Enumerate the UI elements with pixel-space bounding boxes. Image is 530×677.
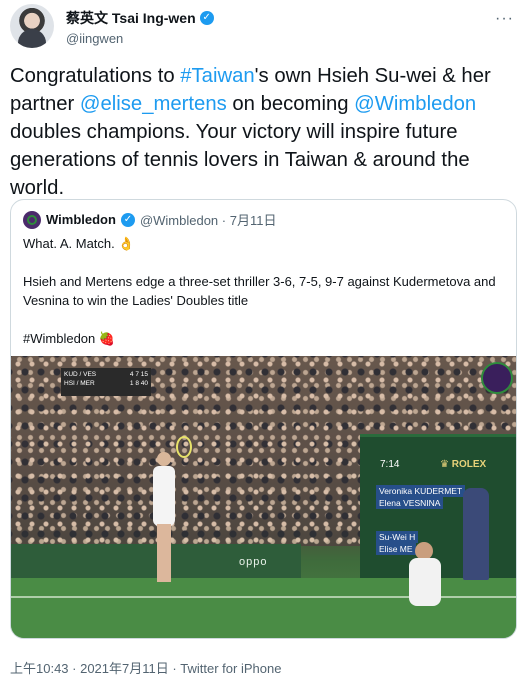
player-hsieh-figure [149, 446, 179, 586]
author-display-name[interactable]: 蔡英文 Tsai Ing-wen ✓ [66, 8, 214, 28]
quoted-tweet-text: What. A. Match. 👌 Hsieh and Mertens edge… [23, 234, 503, 367]
match-video-thumbnail[interactable]: oppo 7:14 ♛ ROLEX Veronika KUDERMET Elen… [11, 356, 516, 638]
tweet-header: 蔡英文 Tsai Ing-wen ✓ @iingwen ··· [10, 4, 520, 48]
verified-badge-icon: ✓ [199, 11, 214, 25]
team2-name: HSI / MER [64, 380, 95, 387]
quoted-author-name: Wimbledon [46, 212, 116, 227]
hashtag-taiwan-link[interactable]: #Taiwan [180, 65, 254, 87]
quoted-tweet-header: Wimbledon ✓ @Wimbledon · 7月11日 [23, 210, 276, 229]
tweet-footer[interactable]: 上午10:43 · 2021年7月11日 · Twitter for iPhon… [10, 658, 281, 677]
tweet-text-part: Congratulations to [10, 65, 181, 87]
team1-name: KUD / VES [64, 371, 97, 378]
scoreboard-row: Veronika KUDERMET [376, 485, 466, 497]
more-options-icon[interactable]: ··· [495, 10, 514, 28]
team2-score: 40 [140, 380, 148, 387]
team2-score: 8 [135, 380, 139, 387]
team1-score: 7 [135, 371, 139, 378]
scoreboard-brand: ♛ ROLEX [440, 459, 487, 470]
player-mertens-figure [395, 536, 455, 608]
scoreboard-time: 7:14 [380, 459, 400, 470]
wimbledon-logo-icon [481, 362, 513, 394]
team1-score: 4 [129, 371, 134, 378]
racket-icon [176, 436, 192, 458]
quoted-tweet-card[interactable]: Wimbledon ✓ @Wimbledon · 7月11日 What. A. … [10, 199, 517, 639]
verified-badge-icon: ✓ [120, 212, 135, 227]
tweet-text-part: on becoming [226, 93, 355, 115]
score-bug-row: HSI / MER 1 8 40 [64, 379, 148, 388]
team2-score: 1 [129, 380, 134, 387]
display-name-text[interactable]: 蔡英文 Tsai Ing-wen [66, 8, 196, 28]
sponsor-board: oppo [239, 556, 268, 568]
mention-wimbledon-link[interactable]: @Wimbledon [354, 93, 476, 115]
quoted-line-3: #Wimbledon 🍓 [23, 331, 116, 346]
wimbledon-avatar [23, 210, 41, 229]
author-names: 蔡英文 Tsai Ing-wen ✓ @iingwen [66, 8, 214, 46]
author-handle[interactable]: @iingwen [66, 31, 214, 46]
quoted-author-meta: @Wimbledon · 7月11日 [139, 213, 277, 228]
tweet-text-part: doubles champions. Your victory will ins… [10, 121, 470, 199]
author-avatar[interactable] [10, 4, 54, 48]
scoreboard-row: Elena VESNINA [376, 497, 444, 509]
score-bug-row: KUD / VES 4 7 15 [64, 370, 148, 379]
tweet-body: Congratulations to #Taiwan's own Hsieh S… [10, 62, 515, 202]
mention-elise-mertens-link[interactable]: @elise_mertens [80, 93, 227, 115]
line-judge-figure [463, 488, 489, 580]
team1-score: 15 [140, 371, 148, 378]
quoted-line-1: What. A. Match. 👌 [23, 236, 135, 251]
quoted-line-2: Hsieh and Mertens edge a three-set thril… [23, 274, 496, 308]
score-bug: KUD / VES 4 7 15 HSI / MER 1 8 40 [61, 368, 151, 396]
